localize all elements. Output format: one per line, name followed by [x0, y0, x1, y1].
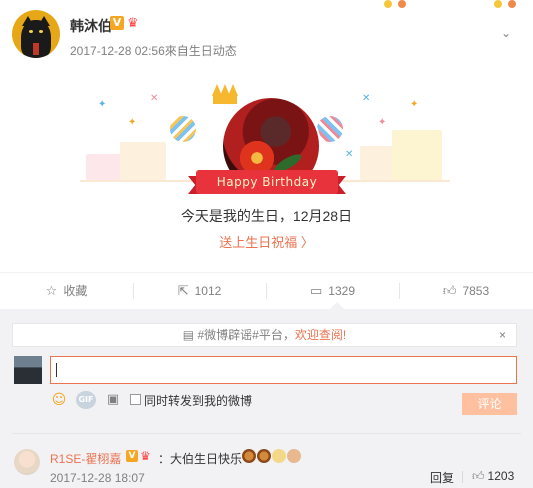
comment-panel: ▤ #微博辟谣#平台，欢迎查阅! × ☺ GIF ▣ 同时转发到我的微博 评论 … [0, 309, 533, 488]
action-bar: ☆ 收藏 ⇱ 1012 ▭ 1329 👍︎ 7853 [0, 272, 533, 308]
comment-icon: ▭ [310, 284, 323, 299]
post-meta: 2017-12-28 02:56來自生日动态 [70, 42, 237, 59]
sparkle-icon: ✦ [410, 99, 419, 110]
emoji-icon[interactable]: ☺ [50, 391, 68, 409]
ornament-ball-icon [317, 116, 343, 142]
post-time[interactable]: 2017-12-28 02:56 [70, 44, 165, 58]
cat-emoji-icon [287, 449, 301, 463]
thumbs-up-icon: 👍︎ [472, 469, 485, 483]
comment-divider [12, 433, 521, 434]
sparkle-icon: ✦ [128, 117, 137, 128]
current-user-avatar [14, 356, 42, 384]
crown-base [213, 94, 237, 104]
birthday-message: 今天是我的生日，12月28日 [180, 208, 353, 224]
avatar-tie [33, 43, 39, 55]
decor-dot [494, 0, 502, 8]
send-birthday-wish-link[interactable]: 送上生日祝福 〉 [0, 232, 533, 251]
like-button[interactable]: 👍︎ 7853 [399, 273, 533, 309]
decor-dot [384, 0, 392, 8]
post-source[interactable]: 來自生日动态 [165, 44, 237, 58]
gif-icon[interactable]: GIF [76, 391, 96, 409]
repost-button[interactable]: ⇱ 1012 [133, 273, 266, 309]
comment-like-count: 1203 [487, 469, 515, 483]
comment-input[interactable] [50, 356, 517, 384]
author-avatar[interactable] [12, 10, 60, 58]
favorite-label: 收藏 [63, 284, 88, 298]
repost-icon: ⇱ [177, 284, 189, 299]
favorite-button[interactable]: ☆ 收藏 [0, 273, 133, 309]
cake-emoji-icon [257, 449, 271, 463]
sync-repost-label[interactable]: 同时转发到我的微博 [144, 392, 252, 409]
comment-text: ：大伯生日快乐 [158, 452, 243, 466]
comment-panel-caret [330, 302, 344, 309]
sparkle-icon: ✦ [378, 117, 387, 128]
dog-emoji-icon [272, 449, 286, 463]
notice-icon: ▤ [182, 328, 195, 342]
crown-badge-icon[interactable]: ♛ [140, 449, 151, 463]
verified-badge-icon[interactable]: V [110, 16, 124, 30]
avatar-cat-eye [29, 30, 33, 33]
chevron-down-icon[interactable]: ⌄ [499, 26, 513, 40]
repost-count: 1012 [194, 284, 222, 298]
thumbs-up-icon: 👍︎ [442, 284, 457, 299]
star-icon: ☆ [45, 284, 58, 299]
commenter-name[interactable]: R1SE-翟栩嘉 [50, 450, 121, 467]
comment-action-divider [462, 471, 463, 483]
sparkle-icon: ✕ [150, 93, 159, 104]
notice-link[interactable]: 欢迎查阅! [295, 328, 346, 342]
ornament-ball-icon [170, 116, 196, 142]
cake-emoji-icon [242, 449, 256, 463]
text-caret [56, 363, 57, 377]
gift-box-decoration [120, 142, 166, 180]
decor-dot [398, 0, 406, 8]
happy-birthday-banner: Happy Birthday [188, 170, 346, 196]
sparkle-icon: ✕ [362, 93, 371, 104]
avatar-cat-eye [39, 30, 43, 33]
commenter-avatar[interactable] [14, 449, 40, 475]
comment-count: 1329 [328, 284, 355, 298]
author-name[interactable]: 韩沐伯 [70, 16, 112, 36]
birthday-card[interactable]: ✦ ✦ ✕ ✕ ✦ ✦ ✕ Happy Birthday 今天是我的生日，12月… [0, 76, 533, 266]
comment-like-button[interactable]: 👍︎ 1203 [472, 469, 514, 484]
crown-badge-icon[interactable]: ♛ [127, 15, 143, 31]
comment-time: 2017-12-28 18:07 [50, 471, 145, 485]
sparkle-icon: ✕ [345, 149, 354, 160]
image-icon[interactable]: ▣ [104, 391, 122, 409]
notice-text[interactable]: #微博辟谣#平台， [197, 328, 294, 342]
like-count: 7853 [462, 284, 490, 298]
banner-text: Happy Birthday [216, 175, 318, 189]
rumor-notice: ▤ #微博辟谣#平台，欢迎查阅! × [12, 323, 517, 347]
post-header: 韩沐伯 V ♛ 2017-12-28 02:56來自生日动态 ⌄ [12, 10, 521, 64]
submit-comment-button[interactable]: 评论 [462, 393, 517, 415]
verified-badge-icon[interactable]: V [126, 450, 138, 462]
sync-repost-checkbox[interactable] [130, 394, 141, 405]
reply-button[interactable]: 回复 [430, 469, 454, 486]
decor-dot [508, 0, 516, 8]
close-icon[interactable]: × [499, 324, 506, 346]
crown-icon [211, 84, 239, 106]
gift-box-decoration [392, 130, 442, 180]
sparkle-icon: ✦ [98, 99, 107, 110]
